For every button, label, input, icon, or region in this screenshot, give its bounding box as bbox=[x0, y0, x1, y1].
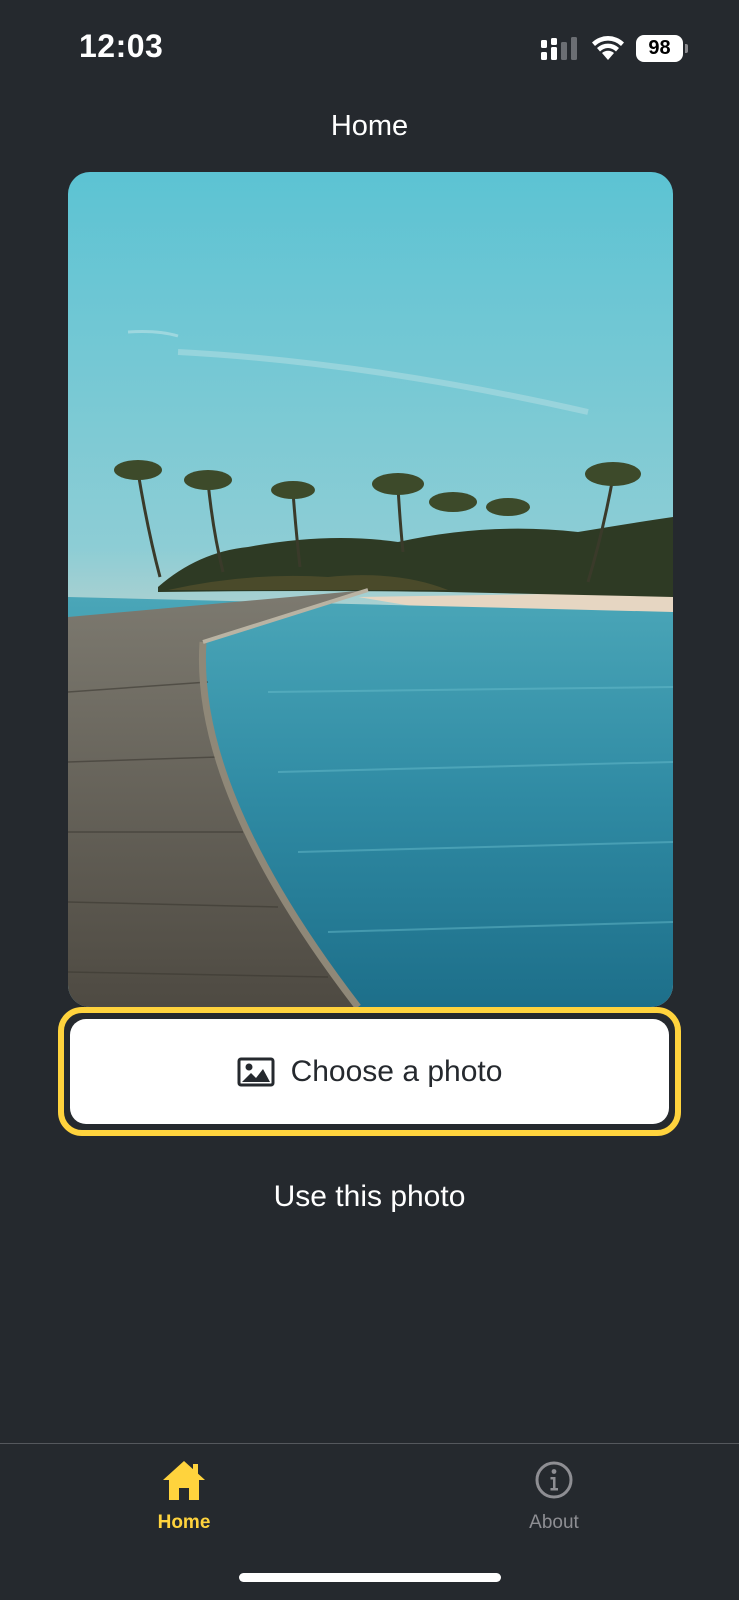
app-screen: 12:03 98 Home Choose a photo Use this ph… bbox=[0, 0, 739, 1600]
status-bar: 12:03 98 bbox=[0, 0, 739, 100]
picture-icon bbox=[237, 1057, 275, 1086]
info-icon bbox=[535, 1461, 573, 1499]
choose-photo-label: Choose a photo bbox=[290, 1054, 503, 1088]
status-time: 12:03 bbox=[79, 28, 164, 64]
tab-about[interactable]: About bbox=[454, 1458, 654, 1534]
battery-indicator: 98 bbox=[636, 35, 688, 62]
choose-photo-button[interactable]: Choose a photo bbox=[70, 1019, 669, 1124]
home-indicator[interactable] bbox=[239, 1573, 501, 1582]
selected-photo bbox=[68, 172, 673, 1007]
wifi-icon bbox=[592, 36, 624, 60]
home-icon bbox=[163, 1461, 205, 1500]
battery-level: 98 bbox=[636, 35, 683, 62]
tab-home-label: Home bbox=[157, 1512, 211, 1533]
choose-photo-button-frame: Choose a photo bbox=[58, 1007, 681, 1136]
tab-about-label: About bbox=[529, 1512, 579, 1533]
page-title: Home bbox=[330, 110, 409, 142]
use-photo-button[interactable]: Use this photo bbox=[0, 1180, 739, 1214]
battery-nub bbox=[685, 44, 688, 53]
tab-home[interactable]: Home bbox=[84, 1458, 284, 1534]
beach-boardwalk-photo bbox=[68, 172, 673, 1007]
cellular-signal-icon bbox=[541, 37, 577, 60]
